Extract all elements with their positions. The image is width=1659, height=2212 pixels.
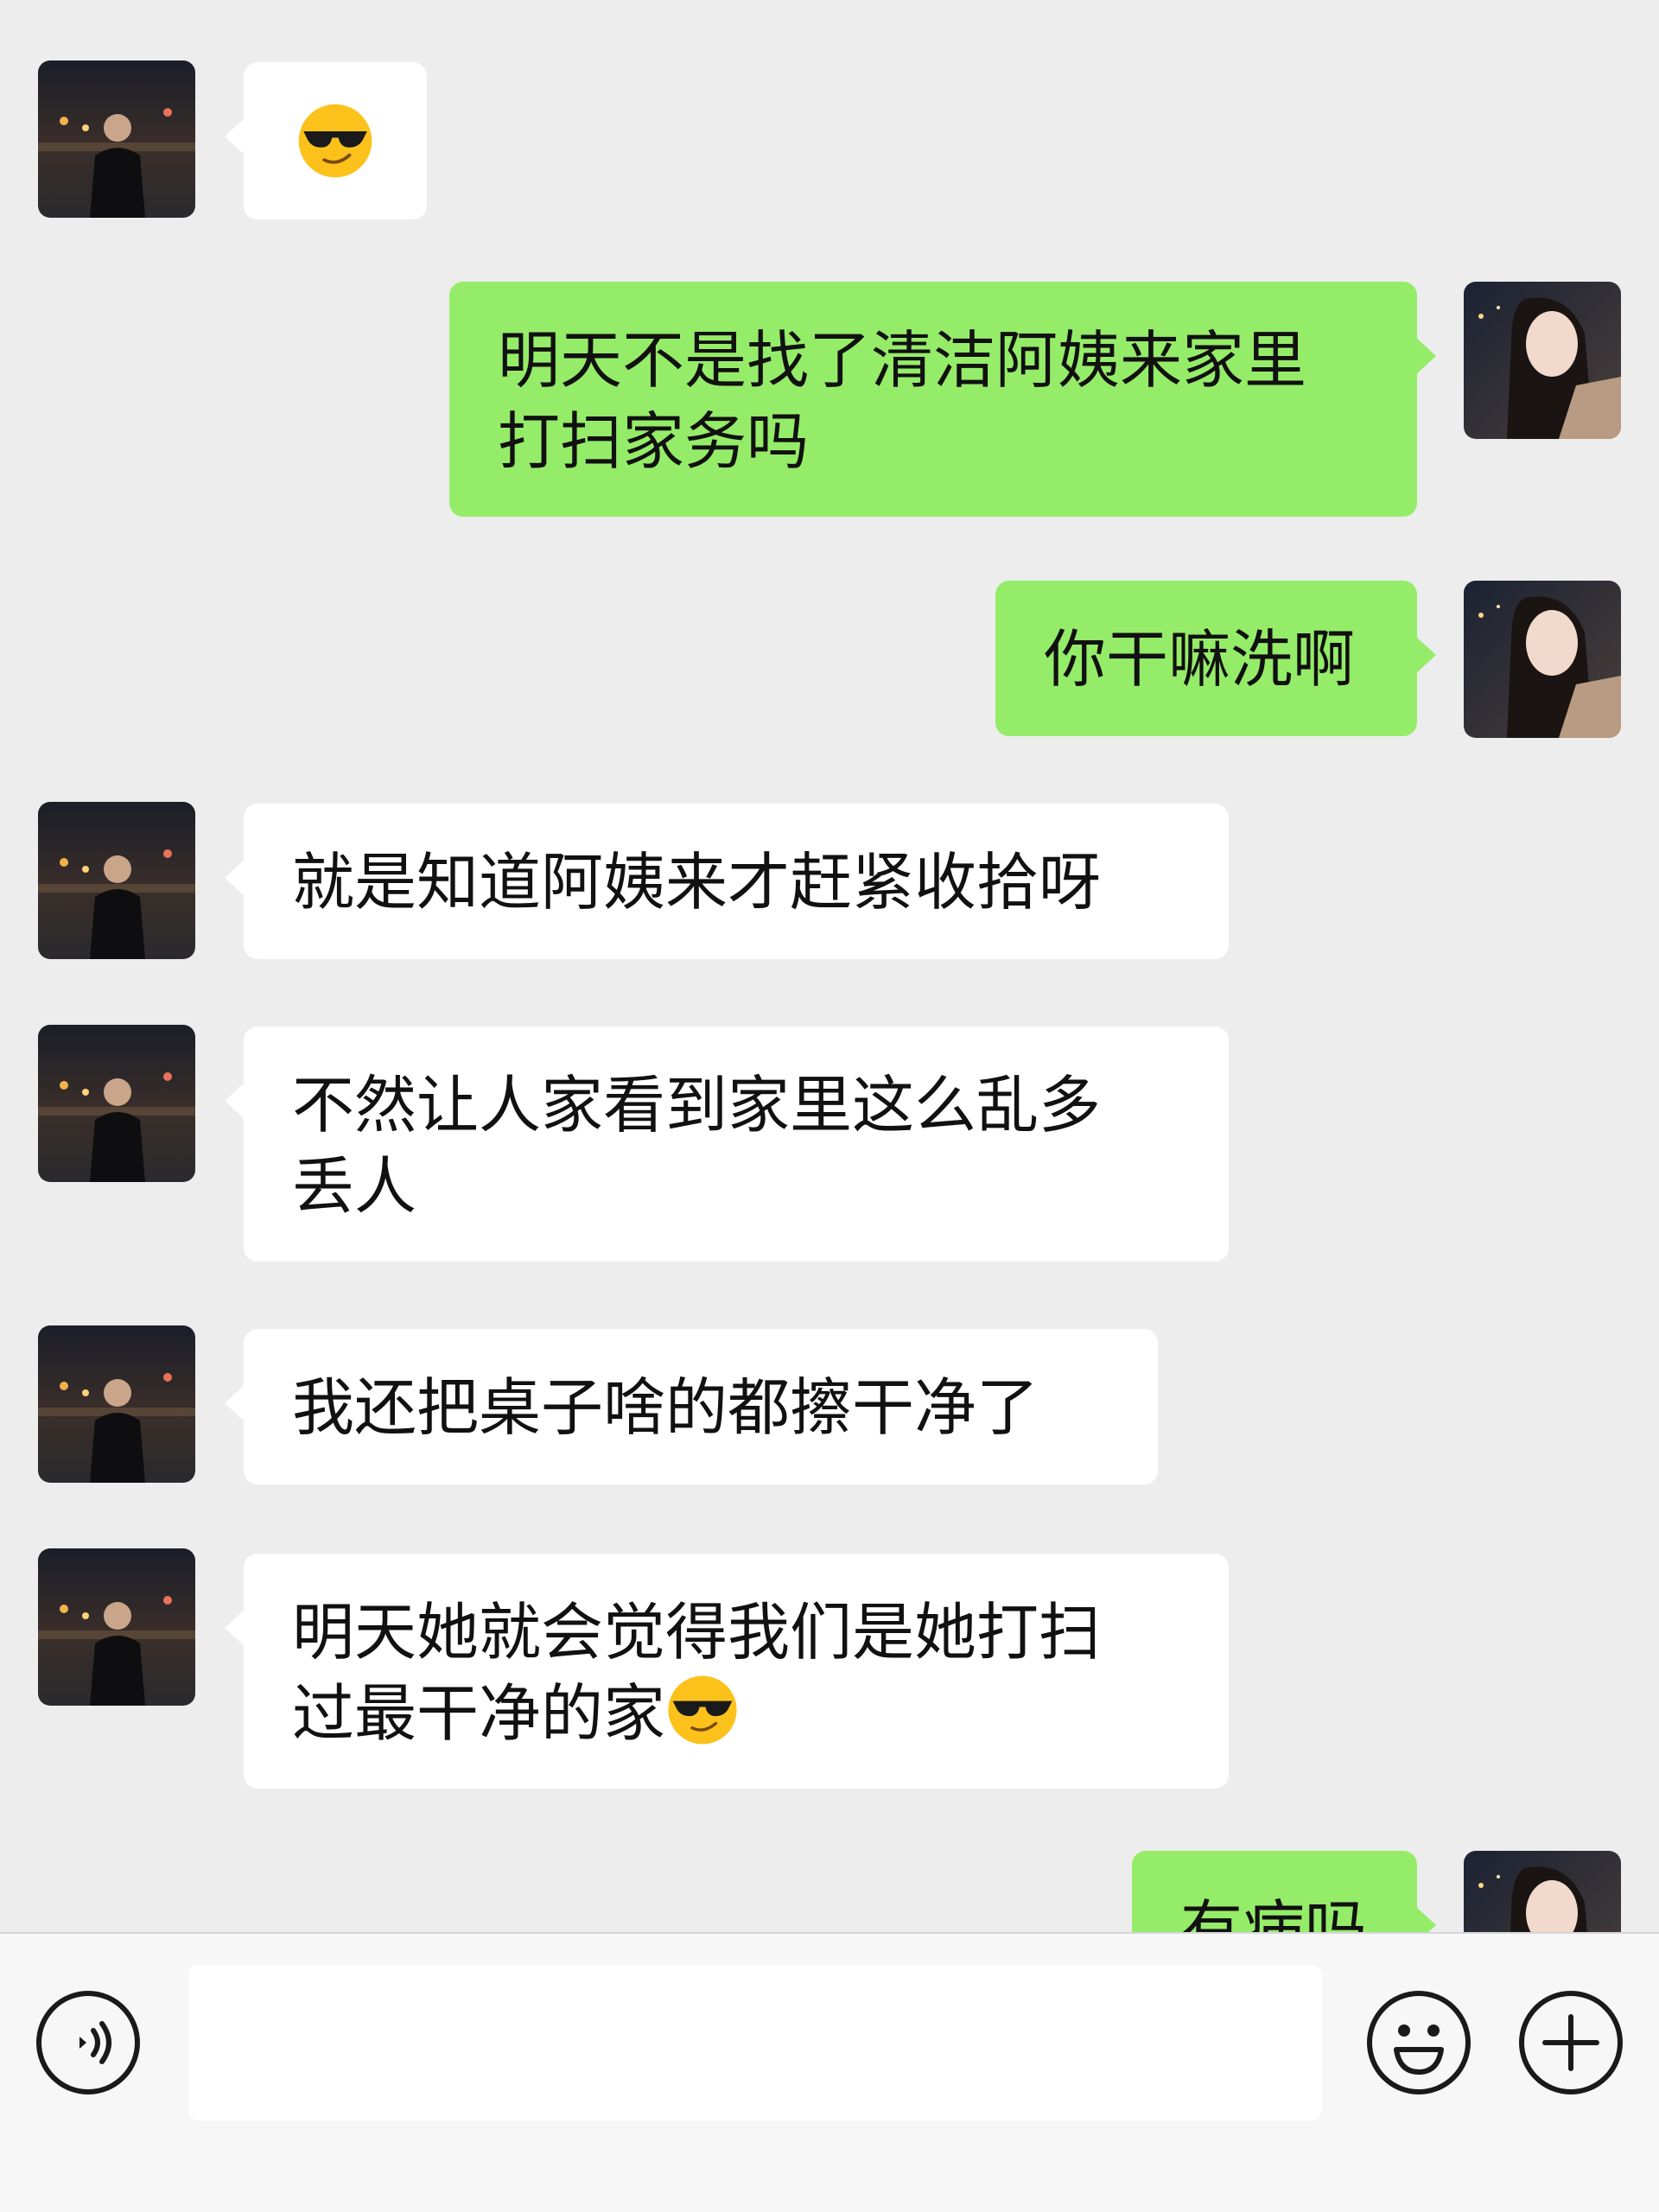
message-bubble-outgoing[interactable]: 你干嘛洗啊 xyxy=(995,581,1436,736)
contact-avatar[interactable] xyxy=(38,1325,195,1483)
emoji-button[interactable] xyxy=(1365,1989,1472,2096)
contact-avatar[interactable] xyxy=(38,60,195,218)
message-bubble-incoming[interactable]: 我还把桌子啥的都擦干净了 xyxy=(225,1329,1158,1484)
user-avatar[interactable] xyxy=(1464,1851,1621,1932)
message-bubble-incoming[interactable]: 就是知道阿姨来才赶紧收拾呀 xyxy=(225,804,1229,959)
message-bubble-incoming[interactable]: 不然让人家看到家里这么乱多 丢人 xyxy=(225,1027,1229,1262)
input-bar xyxy=(0,1934,1659,2212)
message-bubble-incoming[interactable] xyxy=(225,62,427,219)
user-avatar[interactable] xyxy=(1464,282,1621,439)
user-avatar[interactable] xyxy=(1464,581,1621,738)
emoji-icon xyxy=(1367,1991,1471,2094)
chat-area[interactable]: 明天不是找了清洁阿姨来家里 打扫家务吗 你干嘛洗啊 就是知道阿姨来才赶紧收拾呀 … xyxy=(0,0,1659,1932)
plus-icon xyxy=(1519,1991,1623,2094)
sunglasses-emoji-icon xyxy=(298,104,372,178)
sunglasses-emoji-icon xyxy=(668,1675,737,1745)
message-input[interactable] xyxy=(188,1965,1322,2120)
contact-avatar[interactable] xyxy=(38,1025,195,1182)
message-bubble-incoming[interactable]: 明天她就会觉得我们是她打扫 过最干净的家 xyxy=(225,1554,1229,1789)
message-bubble-outgoing[interactable]: 明天不是找了清洁阿姨来家里 打扫家务吗 xyxy=(449,282,1436,517)
more-button[interactable] xyxy=(1517,1989,1624,2096)
contact-avatar[interactable] xyxy=(38,1548,195,1706)
message-bubble-outgoing[interactable]: 有病吗 xyxy=(1132,1851,1436,1932)
voice-input-button[interactable] xyxy=(35,1989,142,2096)
contact-avatar[interactable] xyxy=(38,802,195,959)
voice-icon xyxy=(36,1991,140,2094)
